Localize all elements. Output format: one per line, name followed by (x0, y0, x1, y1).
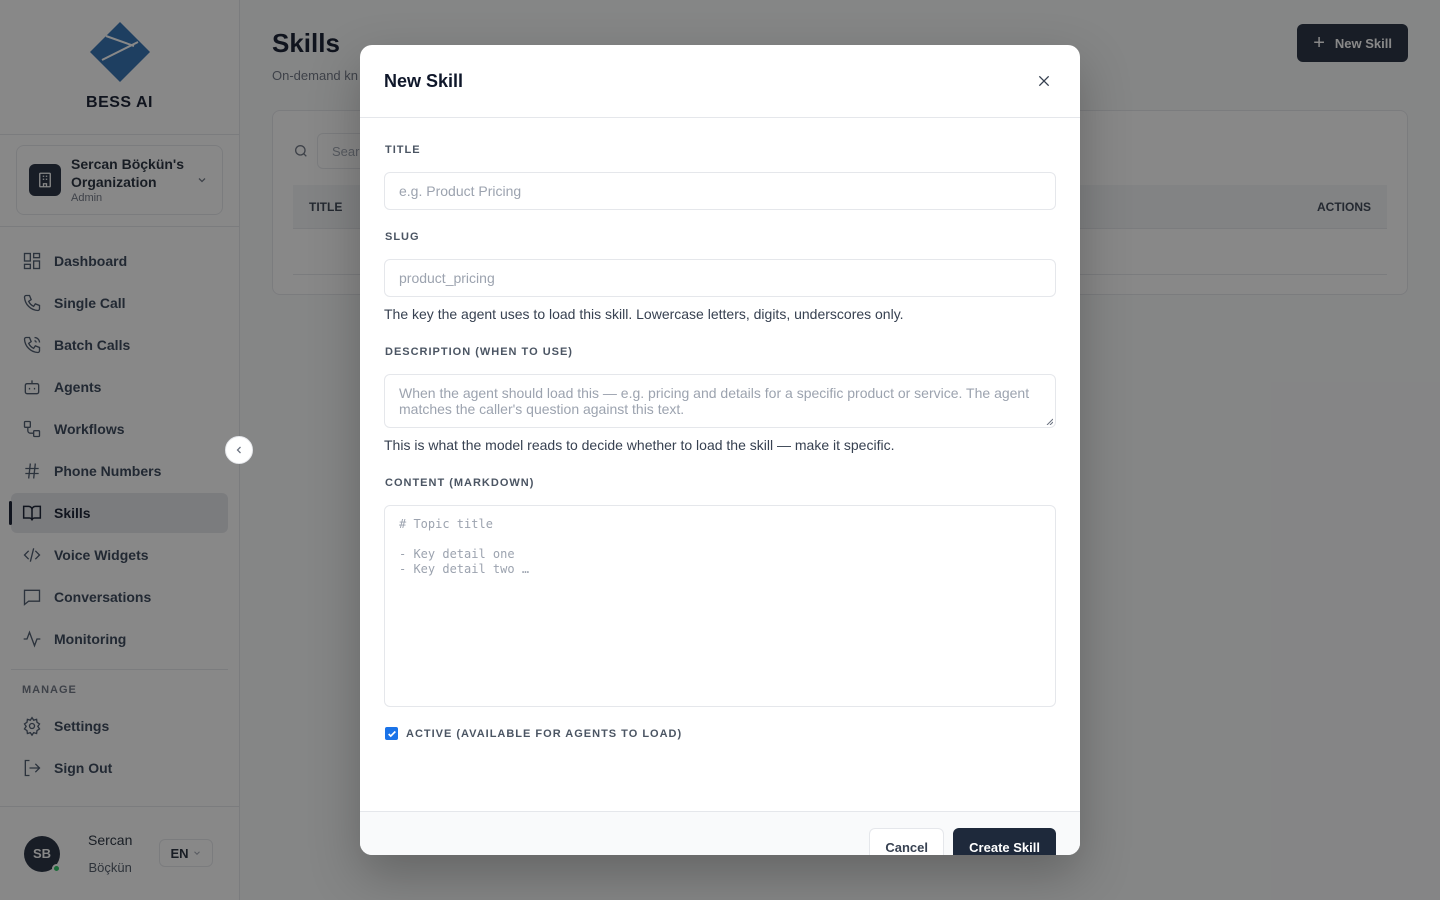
create-skill-button[interactable]: Create Skill (953, 828, 1056, 855)
chevron-left-icon (236, 446, 241, 454)
description-label: DESCRIPTION (WHEN TO USE) (385, 346, 573, 358)
slug-label: SLUG (385, 231, 420, 243)
slug-input[interactable]: product_pricing (384, 259, 1056, 297)
description-help-text: This is what the model reads to decide w… (384, 437, 895, 453)
description-textarea[interactable]: When the agent should load this — e.g. p… (384, 374, 1056, 428)
modal-body: TITLE e.g. Product Pricing SLUG product_… (360, 118, 1080, 740)
active-checkbox-label: ACTIVE (AVAILABLE FOR AGENTS TO LOAD) (406, 727, 683, 740)
collapse-sidebar-button[interactable] (225, 436, 253, 464)
modal-header: New Skill (360, 45, 1080, 118)
content-textarea[interactable]: # Topic title - Key detail one - Key det… (384, 505, 1056, 707)
content-label: CONTENT (MARKDOWN) (385, 477, 535, 489)
modal-title: New Skill (384, 70, 464, 91)
modal-footer: Cancel Create Skill (360, 811, 1080, 855)
close-icon (1038, 75, 1050, 87)
title-label: TITLE (385, 144, 421, 156)
description-placeholder: When the agent should load this — e.g. p… (399, 385, 1030, 417)
check-icon (387, 730, 396, 737)
close-button[interactable] (1032, 69, 1056, 93)
active-checkbox[interactable] (385, 727, 398, 740)
new-skill-modal: New Skill TITLE e.g. Product Pricing SLU… (360, 45, 1080, 855)
title-input[interactable]: e.g. Product Pricing (384, 172, 1056, 210)
resize-handle-icon[interactable] (1045, 417, 1053, 425)
active-checkbox-row[interactable]: ACTIVE (AVAILABLE FOR AGENTS TO LOAD) (384, 727, 1056, 740)
cancel-button[interactable]: Cancel (869, 828, 944, 855)
slug-help-text: The key the agent uses to load this skil… (384, 306, 904, 322)
